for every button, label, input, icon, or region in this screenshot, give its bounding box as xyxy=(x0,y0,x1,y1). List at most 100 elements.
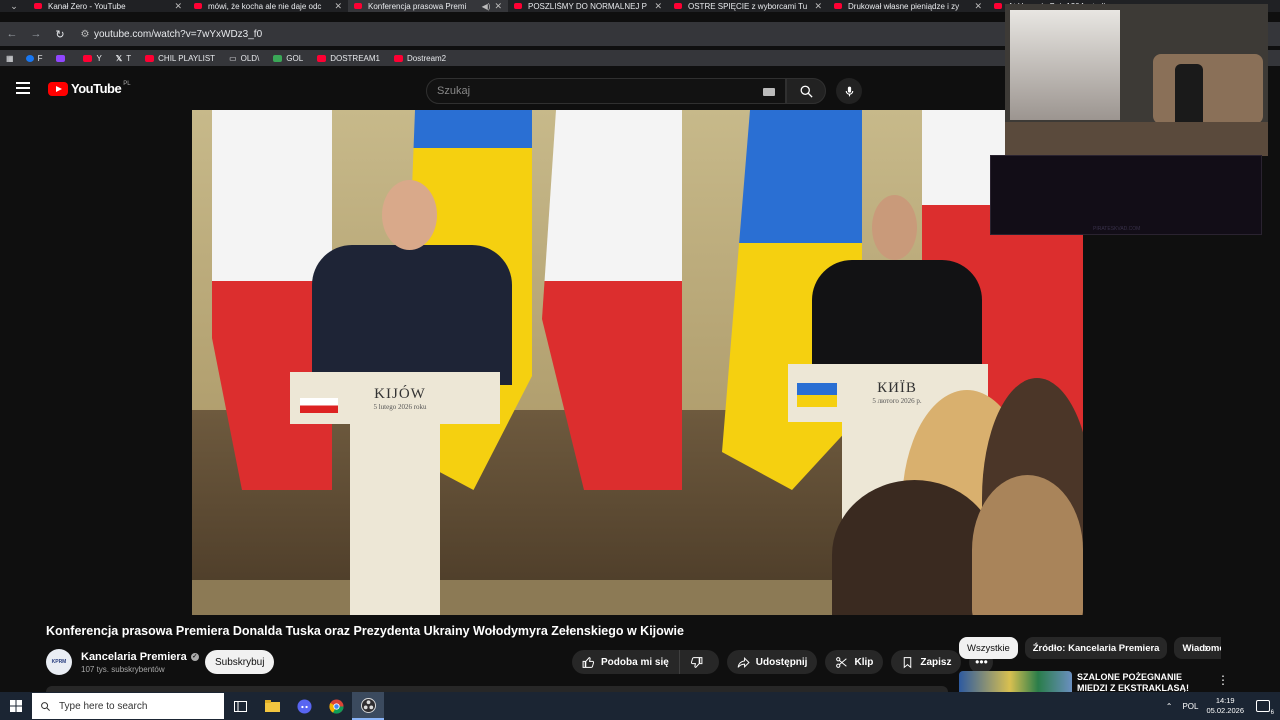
youtube-logo[interactable]: YouTube PL xyxy=(48,81,131,96)
site-info-icon[interactable]: ⚙ xyxy=(76,29,94,40)
notification-center-icon[interactable]: 6 xyxy=(1256,700,1275,716)
browser-tab[interactable]: Kanał Zero - YouTube ✕ xyxy=(28,0,188,12)
channel-info[interactable]: KPRM Kancelaria Premiera ✓ 107 tys. subsk… xyxy=(46,648,199,676)
channel-avatar[interactable]: KPRM xyxy=(46,649,72,675)
chip-source[interactable]: Źródło: Kancelaria Premiera xyxy=(1024,637,1168,659)
speaker-right xyxy=(812,260,982,380)
clip-label: Klip xyxy=(854,656,874,668)
video-actions: Podoba mi się Udostępnij Klip Zapisz ••• xyxy=(572,650,994,674)
bookmark-label: CHIL PLAYLIST xyxy=(158,53,216,63)
bookmark-folder[interactable]: ▭ OLD\ xyxy=(229,54,259,63)
close-tab-icon[interactable]: ✕ xyxy=(334,1,342,12)
chevron-right-icon[interactable]: › xyxy=(1204,640,1208,655)
audio-playing-icon[interactable]: ◀) xyxy=(482,2,491,11)
streamer-webcam-overlay xyxy=(1005,4,1268,156)
browser-tab[interactable]: OSTRE SPIĘCIE z wyborcami Tu ✕ xyxy=(668,0,828,12)
tab-search-chevron-icon[interactable]: ⌄ xyxy=(0,0,28,12)
microphone-icon xyxy=(845,86,853,96)
verified-badge-icon: ✓ xyxy=(190,652,199,661)
close-tab-icon[interactable]: ✕ xyxy=(814,1,822,12)
clock-time: 14:19 xyxy=(1215,696,1235,705)
youtube-icon xyxy=(394,54,403,62)
windows-start-button[interactable] xyxy=(0,692,32,720)
bookmark-icon xyxy=(904,656,912,668)
channel-name[interactable]: Kancelaria Premiera xyxy=(81,651,187,663)
thumbs-up-icon xyxy=(582,656,595,668)
recommended-video[interactable]: SZALONE POŻEGNANIE MIEDZI Z EKSTRAKLASĄ!… xyxy=(959,671,1229,693)
browser-tab-active[interactable]: Konferencja prasowa Premi ◀) ✕ xyxy=(348,0,508,12)
address-bar[interactable]: ⚙ youtube.com/watch?v=7wYxWDz3_f0 xyxy=(76,23,976,45)
file-explorer-icon[interactable] xyxy=(256,692,288,720)
right-podium-city: КИЇВ xyxy=(877,380,917,396)
dislike-button[interactable] xyxy=(680,650,719,674)
facebook-icon xyxy=(25,54,34,62)
chrome-icon[interactable] xyxy=(320,692,352,720)
reload-icon[interactable]: ↻ xyxy=(48,22,72,46)
region-code: PL xyxy=(123,81,131,87)
discord-icon[interactable] xyxy=(288,692,320,720)
save-button[interactable]: Zapisz xyxy=(891,650,962,674)
close-tab-icon[interactable]: ✕ xyxy=(974,1,982,12)
stream-panel-overlay: PIRATESKVAD.COM xyxy=(990,155,1262,235)
clip-button[interactable]: Klip xyxy=(825,650,884,674)
bookmark-item[interactable]: 𝕏T xyxy=(116,54,131,63)
bookmark-item[interactable]: CHIL PLAYLIST xyxy=(145,54,215,63)
youtube-favicon-icon xyxy=(674,3,682,9)
video-title: Konferencja prasowa Premiera Donalda Tus… xyxy=(46,624,684,638)
browser-tab[interactable]: Drukował własne pieniądze i zy ✕ xyxy=(828,0,988,12)
bookmark-item[interactable] xyxy=(56,54,69,62)
video-player[interactable]: KIJÓW 5 lutego 2026 roku КИЇВ 5 лютого 2… xyxy=(192,110,1083,615)
apps-grid-icon[interactable]: ▦ xyxy=(6,54,14,63)
search-input[interactable] xyxy=(437,85,757,97)
recommended-title[interactable]: SZALONE POŻEGNANIE MIEDZI Z EKSTRAKLASĄ!… xyxy=(1077,672,1212,694)
youtube-favicon-icon xyxy=(194,3,202,9)
tab-title: POSZLIŚMY DO NORMALNEJ P xyxy=(528,1,647,11)
close-tab-icon[interactable]: ✕ xyxy=(174,1,182,12)
browser-tab[interactable]: mówi, że kocha ale nie daje odc ✕ xyxy=(188,0,348,12)
chip-all[interactable]: Wszystkie xyxy=(959,637,1018,659)
twitch-icon xyxy=(56,54,66,62)
bookmark-item[interactable]: DOSTREAM1 xyxy=(317,54,380,63)
right-podium-label: КИЇВ 5 лютого 2026 р. xyxy=(842,380,952,405)
browser-tab[interactable]: POSZLIŚMY DO NORMALNEJ P ✕ xyxy=(508,0,668,12)
bookmark-item[interactable]: F xyxy=(25,54,42,63)
close-tab-icon[interactable]: ✕ xyxy=(654,1,662,12)
gol-icon xyxy=(273,54,283,62)
share-button[interactable]: Udostępnij xyxy=(726,650,818,674)
logo-wordmark: YouTube xyxy=(71,81,122,96)
input-language[interactable]: POL xyxy=(1182,702,1198,711)
search-box[interactable] xyxy=(426,78,786,104)
like-dislike-group: Podoba mi się xyxy=(572,650,719,674)
left-podium-city: KIJÓW xyxy=(374,386,426,402)
audience-head xyxy=(972,475,1083,615)
obs-icon[interactable] xyxy=(352,692,384,720)
voice-search-button[interactable] xyxy=(836,78,862,104)
forward-arrow-icon[interactable]: → xyxy=(24,22,48,46)
bookmark-item[interactable]: Dostream2 xyxy=(394,54,446,63)
keyboard-icon[interactable] xyxy=(763,88,775,96)
subscribe-button[interactable]: Subskrybuj xyxy=(205,650,275,674)
taskbar-search[interactable]: Type here to search xyxy=(32,693,224,719)
clock-date: 05.02.2026 xyxy=(1206,706,1244,715)
bookmark-item[interactable]: GOL xyxy=(273,54,303,63)
more-vertical-icon[interactable]: ⋮ xyxy=(1217,673,1229,687)
youtube-icon xyxy=(83,54,93,62)
task-view-icon[interactable] xyxy=(224,692,256,720)
tab-title: OSTRE SPIĘCIE z wyborcami Tu xyxy=(688,1,808,11)
share-label: Udostępnij xyxy=(755,656,808,668)
webcam-window-frame xyxy=(1010,10,1120,120)
hamburger-menu-icon[interactable] xyxy=(16,82,30,94)
like-button[interactable]: Podoba mi się xyxy=(572,650,680,674)
close-tab-icon[interactable]: ✕ xyxy=(494,1,502,12)
bookmark-item[interactable]: Y xyxy=(83,54,102,63)
back-arrow-icon[interactable]: ← xyxy=(0,22,24,46)
search-button[interactable] xyxy=(786,78,826,104)
recommended-thumbnail[interactable] xyxy=(959,671,1072,693)
clock[interactable]: 14:19 05.02.2026 xyxy=(1206,696,1244,716)
tray-chevron-up-icon[interactable]: ⌃ xyxy=(1166,702,1173,711)
chip-news[interactable]: Wiadomości xyxy=(1174,637,1221,659)
share-icon xyxy=(737,656,750,668)
ukrainian-flag-icon xyxy=(797,383,837,407)
subscriber-count: 107 tys. subskrybentów xyxy=(81,664,165,674)
left-podium-label: KIJÓW 5 lutego 2026 roku xyxy=(350,386,450,411)
